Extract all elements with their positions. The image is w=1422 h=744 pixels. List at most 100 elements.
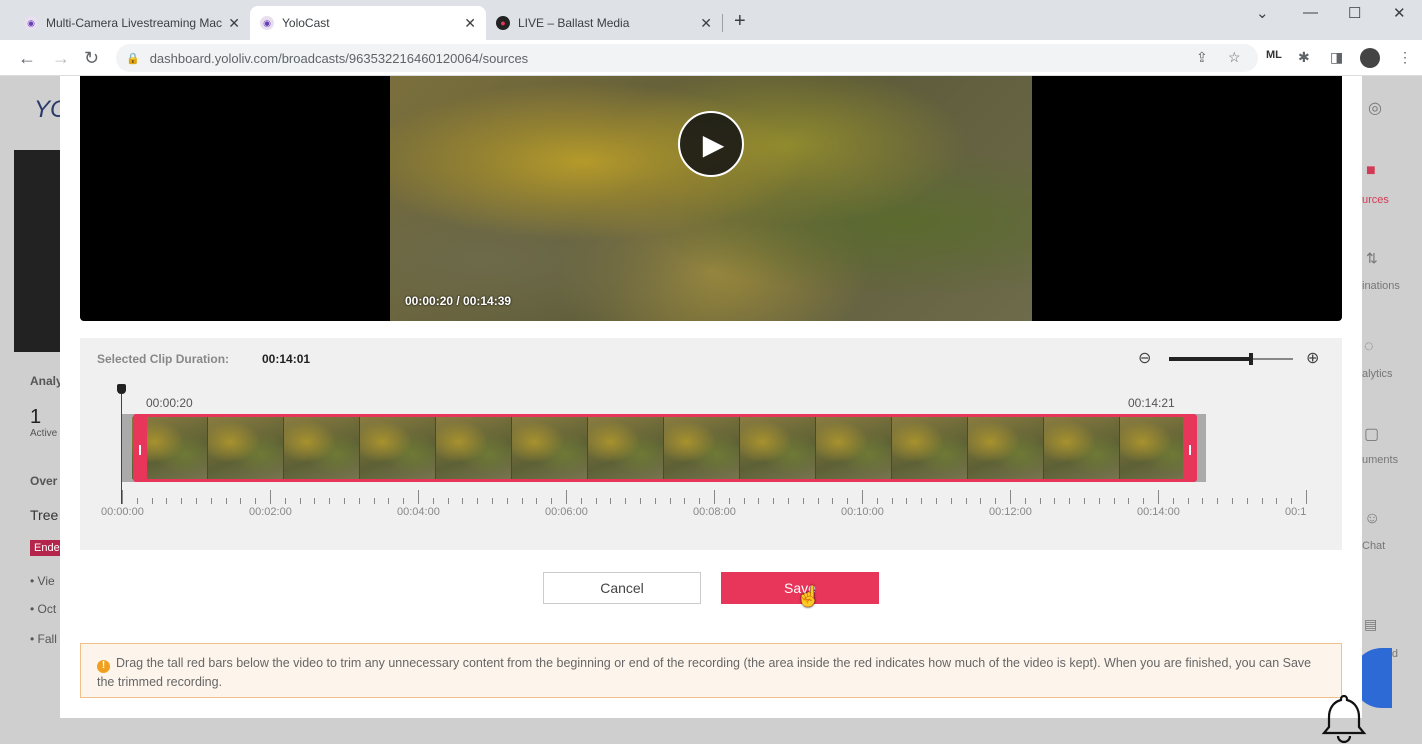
yololiv-favicon-icon: ◉: [24, 16, 38, 30]
timeline-tick: [1187, 498, 1189, 504]
timeline-tick: [506, 498, 508, 504]
camera-icon[interactable]: ■: [1366, 162, 1376, 180]
timeline-tick: [699, 498, 701, 504]
ml-extension-icon[interactable]: ML: [1266, 49, 1282, 61]
timeline-tick-label: 00:04:00: [397, 506, 440, 518]
timeline-tick-label: 00:12:00: [989, 506, 1032, 518]
timeline-tick: [492, 498, 493, 504]
sidebar-item-chat[interactable]: Chat: [1362, 540, 1385, 552]
list-item: • Vie: [30, 574, 55, 588]
trim-modal: ▶ 00:00:20 / 00:14:39 Selected Clip Dura…: [60, 76, 1362, 718]
active-count: 1: [30, 406, 42, 428]
compass-icon[interactable]: ◎: [1368, 98, 1382, 118]
new-tab-icon[interactable]: +: [734, 10, 746, 33]
trim-selection[interactable]: [133, 414, 1197, 482]
timeline-tick: [536, 498, 538, 504]
timeline-tick: [196, 498, 197, 504]
chevron-down-icon[interactable]: ⌄: [1256, 4, 1269, 22]
timeline-tick: [610, 498, 612, 504]
video-player[interactable]: ▶ 00:00:20 / 00:14:39: [80, 76, 1342, 321]
close-icon[interactable]: ✕: [700, 15, 712, 32]
timeline-tick: [714, 490, 715, 504]
timeline-tick: [669, 498, 671, 504]
close-icon[interactable]: ✕: [464, 15, 476, 32]
timeline-tick: [418, 490, 419, 504]
close-icon[interactable]: ✕: [228, 15, 240, 32]
tab-ballast-media[interactable]: ● LIVE – Ballast Media ✕: [486, 6, 722, 40]
documents-icon[interactable]: ▢: [1364, 424, 1379, 444]
timeline-tick-label: 00:02:00: [249, 506, 292, 518]
lock-icon: 🔒: [126, 52, 140, 65]
bell-icon[interactable]: [1318, 690, 1370, 744]
timeline-tick: [654, 498, 656, 504]
reload-icon[interactable]: ↻: [84, 48, 99, 69]
timeline-tick: [595, 498, 597, 504]
timeline-tick: [1232, 498, 1233, 504]
cancel-button[interactable]: Cancel: [543, 572, 701, 604]
timeline-tick: [1306, 490, 1307, 504]
background-video: [14, 150, 60, 352]
zoom-slider-thumb[interactable]: [1248, 353, 1253, 365]
timeline-tick-label: 00:1: [1285, 506, 1307, 518]
browser-tab-bar: ◉ Multi-Camera Livestreaming Mac ✕ ◉ Yol…: [0, 0, 1422, 40]
timeline-tick: [728, 498, 730, 504]
warning-icon: !: [97, 659, 110, 673]
trim-start-handle[interactable]: [139, 445, 141, 455]
help-notice: ! Drag the tall red bars below the video …: [80, 643, 1342, 698]
url-field[interactable]: 🔒 dashboard.yololiv.com/broadcasts/96353…: [116, 44, 1258, 72]
sidebar-item-analytics[interactable]: alytics: [1362, 368, 1393, 380]
analytics-icon[interactable]: ◌: [1364, 338, 1374, 356]
timeline-tick: [950, 498, 952, 504]
timeline-ruler[interactable]: [122, 490, 1312, 504]
puzzle-icon[interactable]: ✱: [1298, 49, 1310, 66]
timeline-tick: [995, 498, 997, 504]
zoom-out-icon[interactable]: ⊖: [1138, 348, 1151, 368]
avatar[interactable]: [1360, 48, 1380, 68]
tab-multi-camera[interactable]: ◉ Multi-Camera Livestreaming Mac ✕: [14, 6, 250, 40]
timeline-tick: [1113, 498, 1115, 504]
duration-value: 00:14:01: [262, 352, 311, 366]
sidepanel-icon[interactable]: ◨: [1330, 49, 1343, 66]
playhead-handle[interactable]: [117, 384, 126, 394]
timeline-tick: [1202, 498, 1204, 504]
zoom-slider[interactable]: [1169, 353, 1293, 365]
sidebar-item-documents[interactable]: uments: [1362, 454, 1398, 466]
play-icon: ▶: [702, 128, 725, 160]
menu-icon[interactable]: ⋮: [1398, 49, 1412, 66]
timeline-tick: [580, 498, 582, 504]
zoom-in-icon[interactable]: ⊕: [1306, 348, 1319, 368]
timeline-tick: [1158, 490, 1159, 504]
timeline-tick: [802, 498, 804, 504]
timeline-tick: [388, 498, 390, 504]
sidebar-item-sources[interactable]: urces: [1362, 194, 1389, 206]
maximize-icon[interactable]: ☐: [1348, 4, 1361, 22]
close-window-icon[interactable]: ✕: [1393, 4, 1406, 22]
duration-label: Selected Clip Duration:: [97, 352, 230, 366]
timeline-tick: [136, 498, 138, 504]
timeline-tick-label: 00:10:00: [841, 506, 884, 518]
minimize-icon[interactable]: —: [1303, 4, 1318, 21]
timeline-tick: [358, 498, 360, 504]
timeline-tick: [625, 498, 627, 504]
back-icon[interactable]: ←: [18, 48, 36, 69]
sidebar-item-destinations[interactable]: inations: [1362, 280, 1400, 292]
star-icon[interactable]: ☆: [1228, 49, 1241, 66]
calendar-icon[interactable]: ▤: [1364, 616, 1377, 633]
tab-title: Multi-Camera Livestreaming Mac: [46, 16, 223, 30]
timeline-tick: [1054, 498, 1056, 504]
active-label: Active: [30, 428, 58, 439]
timeline-tick: [166, 498, 168, 504]
chat-icon[interactable]: ☺: [1364, 510, 1380, 528]
timeline-tick: [891, 498, 893, 504]
timeline-tick: [447, 498, 449, 504]
play-button[interactable]: ▶: [678, 111, 744, 177]
share-icon[interactable]: ⇪: [1196, 49, 1208, 66]
timeline-tick: [847, 498, 849, 504]
timeline-tick: [817, 498, 819, 504]
timeline-tick: [1172, 498, 1174, 504]
time-readout: 00:00:20 / 00:14:39: [405, 294, 512, 308]
destinations-icon[interactable]: ⇅: [1366, 250, 1378, 267]
trim-end-handle[interactable]: [1189, 445, 1191, 455]
tab-yolocast[interactable]: ◉ YoloCast ✕: [250, 6, 486, 40]
forward-icon[interactable]: →: [52, 48, 70, 69]
